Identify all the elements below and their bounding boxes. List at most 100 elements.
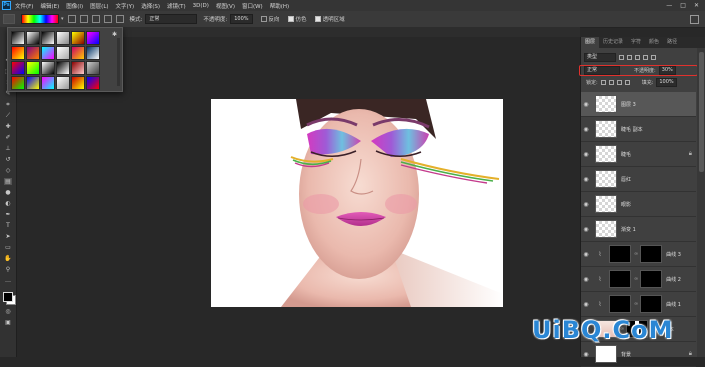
linear-gradient-icon[interactable] xyxy=(67,15,76,23)
reflected-gradient-icon[interactable] xyxy=(103,15,112,23)
minimize-button[interactable]: — xyxy=(666,2,672,9)
eraser-tool-icon[interactable]: ◇ xyxy=(4,167,12,174)
layer-row[interactable]: ◉ 背景 🔒︎ xyxy=(581,342,696,367)
gradient-preset-swatch[interactable] xyxy=(71,61,85,75)
blur-tool-icon[interactable]: ● xyxy=(4,189,12,196)
radial-gradient-icon[interactable] xyxy=(79,15,88,23)
gradient-preset-swatch[interactable] xyxy=(11,76,25,90)
layer-name[interactable]: 背景 xyxy=(621,351,631,358)
layer-name[interactable]: 眼影 xyxy=(621,201,631,208)
gradient-preset-swatch[interactable] xyxy=(11,61,25,75)
hand-tool-icon[interactable]: ✋ xyxy=(4,255,12,262)
gradient-preset-swatch[interactable] xyxy=(86,61,100,75)
layer-row[interactable]: ◉ ⌇ ∞ 曲线 2 xyxy=(581,267,696,292)
brush-tool-icon[interactable]: ✐ xyxy=(4,134,12,141)
maximize-button[interactable]: □ xyxy=(680,2,686,9)
tab-layers[interactable]: 图层 xyxy=(581,37,600,48)
layer-thumbnail[interactable] xyxy=(595,120,617,138)
angle-gradient-icon[interactable] xyxy=(91,15,100,23)
zoom-tool-icon[interactable]: ⚲ xyxy=(4,266,12,273)
path-select-tool-icon[interactable]: ➤ xyxy=(4,233,12,240)
opacity-input[interactable]: 100% xyxy=(230,14,253,24)
tab-history[interactable]: 历史记录 xyxy=(599,37,627,48)
tab-character[interactable]: 字符 xyxy=(627,37,645,48)
layer-thumbnail[interactable] xyxy=(595,145,617,163)
shape-tool-icon[interactable]: ▭ xyxy=(4,244,12,251)
layer-thumbnail[interactable] xyxy=(609,295,631,313)
gradient-preset-swatch[interactable] xyxy=(71,46,85,60)
reverse-checkbox[interactable] xyxy=(260,16,267,22)
gradient-preset-swatch[interactable] xyxy=(41,46,55,60)
layer-mask-thumbnail[interactable] xyxy=(640,270,663,288)
type-tool-icon[interactable]: T xyxy=(4,222,12,229)
filter-shape-icon[interactable] xyxy=(643,55,648,60)
layer-mask-thumbnail[interactable] xyxy=(640,295,663,313)
menu-file[interactable]: 文件(F) xyxy=(15,2,33,10)
filter-pixel-icon[interactable] xyxy=(619,55,624,60)
lock-transparent-icon[interactable] xyxy=(600,80,606,85)
lock-pixels-icon[interactable] xyxy=(608,80,614,85)
layer-name[interactable]: 曲线 2 xyxy=(666,276,681,283)
chevron-down-icon[interactable]: ▾ xyxy=(61,16,64,22)
layer-thumbnail[interactable] xyxy=(609,245,631,263)
layer-name[interactable]: 睫毛 副本 xyxy=(621,126,643,133)
layer-row[interactable]: ◉ ⌇ ∞ 曲线 3 xyxy=(581,242,696,267)
menu-layer[interactable]: 图层(L) xyxy=(90,2,108,10)
menu-type[interactable]: 文字(Y) xyxy=(116,2,135,10)
gradient-preset-swatch[interactable] xyxy=(11,46,25,60)
gradient-preset-swatch[interactable] xyxy=(26,76,40,90)
layer-row[interactable]: ◉ 唇红 xyxy=(581,167,696,192)
eye-icon[interactable]: ◉ xyxy=(581,251,591,258)
layer-name[interactable]: 渐变 1 xyxy=(621,226,636,233)
layer-thumbnail[interactable] xyxy=(595,345,617,363)
menu-filter[interactable]: 滤镜(T) xyxy=(167,2,186,10)
lock-position-icon[interactable] xyxy=(616,80,622,85)
layer-name[interactable]: 曲线 3 xyxy=(666,251,681,258)
eye-icon[interactable]: ◉ xyxy=(581,201,591,208)
layers-scrollbar[interactable] xyxy=(697,48,705,357)
layer-thumbnail[interactable] xyxy=(609,270,631,288)
gear-icon[interactable]: ✱ xyxy=(112,31,117,38)
layer-row[interactable]: ◉ 眼影 xyxy=(581,192,696,217)
layer-row[interactable]: ◉ 睫毛 🔒︎ xyxy=(581,142,696,167)
gradient-preset-swatch[interactable] xyxy=(86,31,100,45)
layer-row[interactable]: ◉ 睫毛 副本 xyxy=(581,117,696,142)
layer-row[interactable]: ◉ 图层 3 xyxy=(581,92,696,117)
filter-type-icon[interactable] xyxy=(635,55,640,60)
eye-icon[interactable]: ◉ xyxy=(581,301,591,308)
eye-icon[interactable]: ◉ xyxy=(581,276,591,283)
eye-icon[interactable]: ◉ xyxy=(581,176,591,183)
quick-mask-icon[interactable]: ◎ xyxy=(4,308,12,315)
gradient-preset-swatch[interactable] xyxy=(41,31,55,45)
lock-all-icon[interactable] xyxy=(624,80,630,85)
stamp-tool-icon[interactable]: ⊥ xyxy=(4,145,12,152)
history-brush-tool-icon[interactable]: ↺ xyxy=(4,156,12,163)
gradient-preset-swatch[interactable] xyxy=(86,46,100,60)
gradient-preset-swatch[interactable] xyxy=(26,61,40,75)
eye-icon[interactable]: ◉ xyxy=(581,101,591,108)
document-canvas[interactable] xyxy=(211,99,503,307)
gradient-preset-swatch[interactable] xyxy=(71,76,85,90)
foreground-color-swatch[interactable] xyxy=(3,292,13,302)
tool-preset-picker[interactable] xyxy=(3,14,15,24)
layer-name[interactable]: 睫毛 xyxy=(621,151,631,158)
menu-3d[interactable]: 3D(D) xyxy=(193,3,209,9)
layer-thumbnail[interactable] xyxy=(595,170,617,188)
gradient-preset-swatch[interactable] xyxy=(41,61,55,75)
filter-kind-select[interactable]: 类型 xyxy=(584,53,616,62)
healing-tool-icon[interactable]: ✚ xyxy=(4,123,12,130)
eyedropper-tool-icon[interactable]: ⟋ xyxy=(4,112,12,119)
workspace-icon[interactable] xyxy=(690,14,699,24)
layer-row[interactable]: ◉ ⌇ ∞ 曲线 1 xyxy=(581,292,696,317)
gradient-preset-swatch[interactable] xyxy=(26,46,40,60)
dither-checkbox[interactable] xyxy=(287,16,294,22)
layer-name[interactable]: 图层 3 xyxy=(621,101,636,108)
menu-window[interactable]: 窗口(W) xyxy=(242,2,263,10)
tab-color[interactable]: 颜色 xyxy=(645,37,663,48)
gradient-preset-swatch[interactable] xyxy=(86,76,100,90)
filter-adjust-icon[interactable] xyxy=(627,55,632,60)
diamond-gradient-icon[interactable] xyxy=(115,15,124,23)
filter-smart-icon[interactable] xyxy=(651,55,656,60)
tab-paths[interactable]: 路径 xyxy=(663,37,681,48)
layer-row[interactable]: ◉ 渐变 1 xyxy=(581,217,696,242)
